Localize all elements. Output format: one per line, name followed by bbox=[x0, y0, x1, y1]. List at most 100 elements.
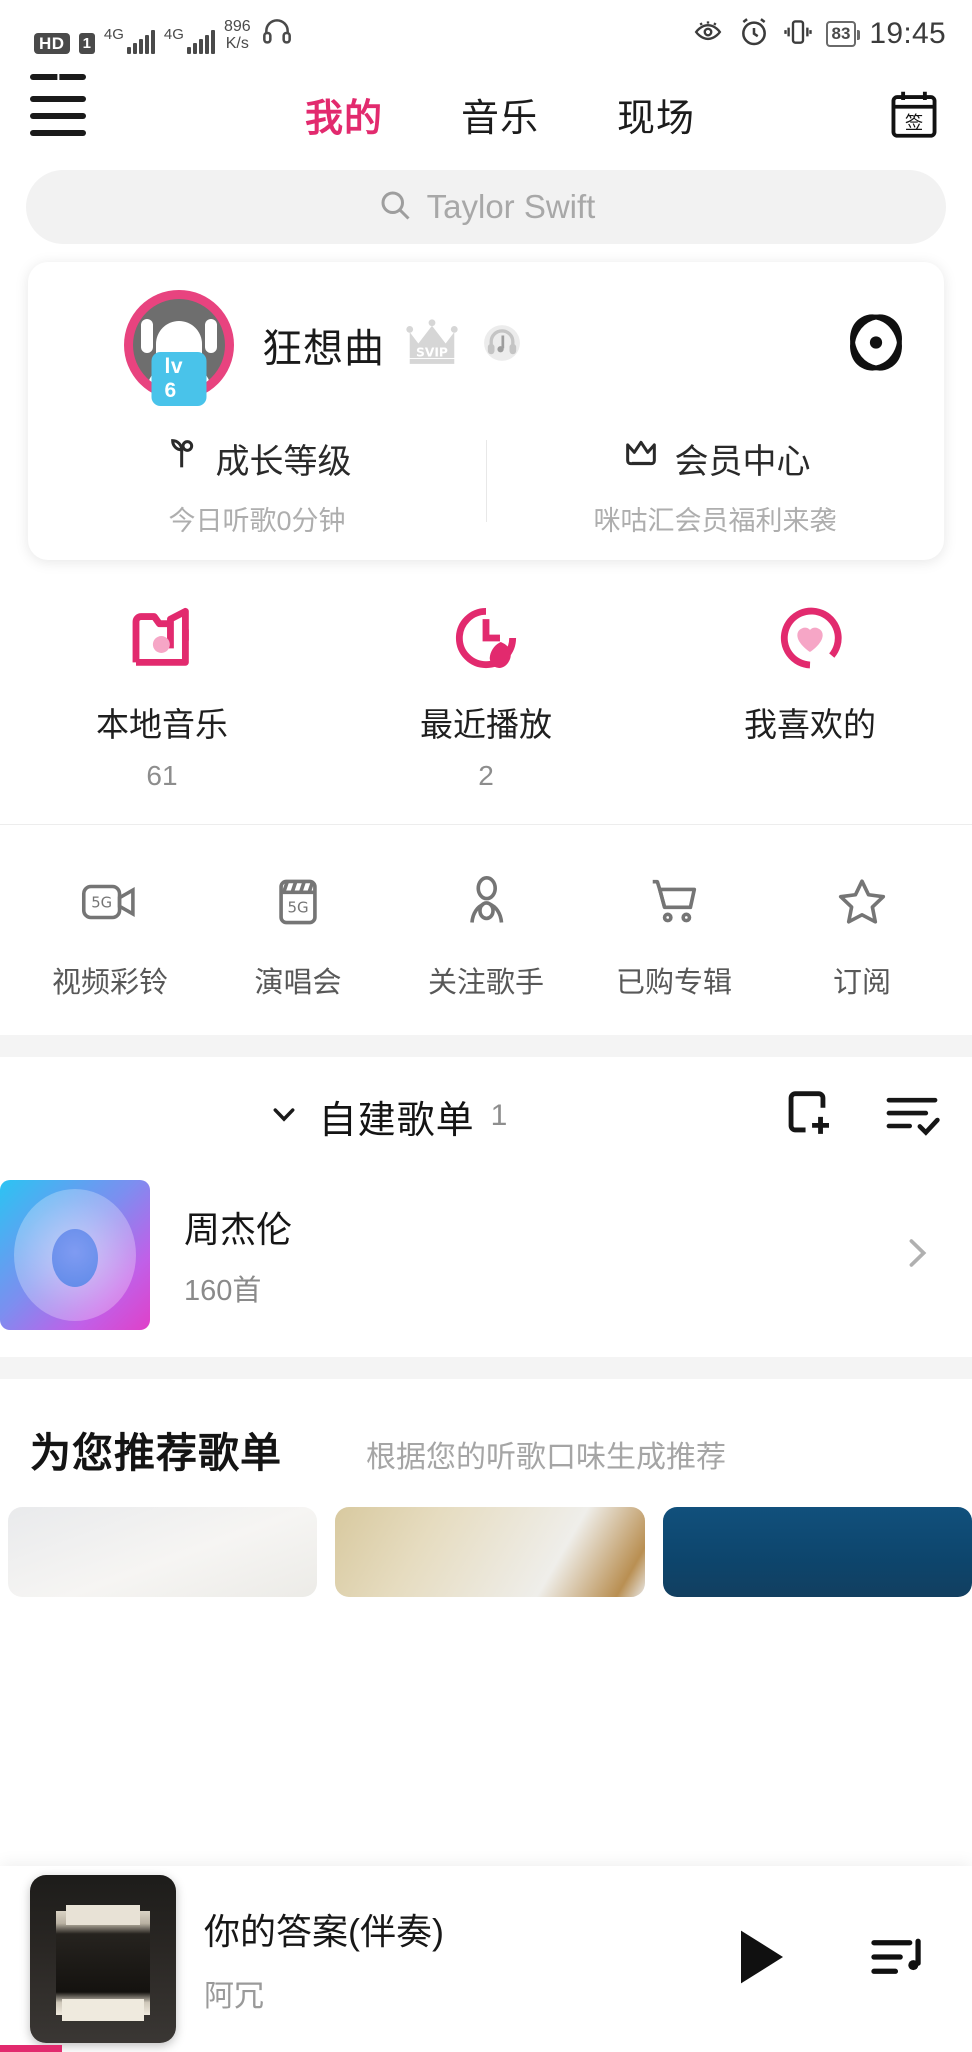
feature-concert-label: 演唱会 bbox=[254, 967, 342, 999]
player-controls bbox=[726, 1924, 930, 1995]
section-gap-band-1 bbox=[0, 1035, 972, 1057]
feature-followed-artist[interactable]: 关注歌手 bbox=[392, 865, 580, 1001]
headset-icon bbox=[260, 15, 294, 52]
signal-1: 4G bbox=[104, 27, 155, 54]
player-track-info[interactable]: 你的答案(伴奏) 阿冗 bbox=[204, 1903, 726, 2015]
concert-5g-ticket-icon: 5G bbox=[204, 865, 392, 939]
member-center-label: 会员中心 bbox=[674, 443, 811, 481]
battery-indicator: 83 bbox=[825, 21, 861, 47]
quick-favorites-label: 我喜欢的 bbox=[744, 706, 876, 743]
playlist-section-header: 自建歌单 1 bbox=[0, 1057, 972, 1175]
recent-play-icon bbox=[324, 596, 648, 680]
play-icon[interactable] bbox=[726, 1924, 798, 1995]
play-queue-icon[interactable] bbox=[868, 1931, 930, 1988]
recommend-card-blue[interactable] bbox=[662, 1507, 972, 1597]
recommend-card-strip bbox=[0, 1479, 972, 1597]
quick-local-music-count: 61 bbox=[146, 760, 178, 791]
clock: 19:45 bbox=[869, 17, 946, 50]
album-cover-dark[interactable] bbox=[30, 1875, 176, 2043]
feature-video-ringtone[interactable]: 5G 视频彩铃 bbox=[16, 865, 204, 1001]
recommend-title: 为您推荐歌单 bbox=[30, 1430, 282, 1476]
profile-header: lv 6 狂想曲 SVIP bbox=[28, 290, 944, 406]
svg-text:签: 签 bbox=[905, 113, 923, 134]
quick-recent-play-label: 最近播放 bbox=[420, 706, 552, 743]
quick-local-music[interactable]: 本地音乐 61 bbox=[0, 596, 324, 794]
app-screen: HD 1 4G 4G 896 K/s 83 19:45 1 我的 音乐 现场 签… bbox=[0, 0, 972, 2052]
local-music-icon bbox=[0, 596, 324, 680]
headphone-badge-icon[interactable] bbox=[475, 318, 529, 373]
playlist-section-title-group[interactable]: 自建歌单 1 bbox=[30, 1089, 742, 1144]
top-navigation-bar: 1 我的 音乐 现场 签 bbox=[0, 64, 972, 160]
feature-subscription-label: 订阅 bbox=[832, 967, 891, 999]
aperture-icon[interactable] bbox=[844, 311, 908, 380]
quick-recent-play[interactable]: 最近播放 2 bbox=[324, 596, 648, 794]
speed-value: 896 bbox=[223, 17, 251, 35]
vibrate-icon bbox=[783, 16, 813, 53]
eye-care-icon bbox=[691, 17, 725, 52]
playlist-song-count: 160首 bbox=[184, 1275, 262, 1307]
video-ringtone-5g-icon: 5G bbox=[16, 865, 204, 939]
search-section: Taylor Swift bbox=[0, 160, 972, 244]
followed-artist-icon bbox=[392, 865, 580, 939]
feature-grid: 5G 视频彩铃 5G 演唱会 关注歌手 已购专辑 订阅 bbox=[0, 825, 972, 1035]
recommend-card-light[interactable] bbox=[8, 1507, 318, 1597]
playlist-cover bbox=[0, 1180, 150, 1330]
playlist-section-title: 自建歌单 bbox=[318, 1099, 475, 1142]
quick-favorites[interactable]: 我喜欢的 bbox=[648, 596, 972, 794]
member-center-subtitle: 咪咕汇会员福利来袭 bbox=[593, 506, 837, 536]
purchased-album-cart-icon bbox=[580, 865, 768, 939]
network-speed: 896 K/s bbox=[223, 17, 251, 53]
feature-video-ringtone-label: 视频彩铃 bbox=[51, 967, 168, 999]
feature-followed-artist-label: 关注歌手 bbox=[427, 967, 544, 999]
quick-access-row: 本地音乐 61 最近播放 2 我喜欢的 bbox=[0, 560, 972, 824]
mini-player-bar: 你的答案(伴奏) 阿冗 bbox=[0, 1866, 972, 2052]
member-center-title-row: 会员中心 bbox=[486, 434, 944, 483]
search-placeholder: Taylor Swift bbox=[426, 188, 596, 225]
recommend-section-header: 为您推荐歌单 根据您的听歌口味生成推荐 bbox=[0, 1379, 972, 1479]
player-progress-fill bbox=[0, 2045, 62, 2052]
status-bar-right: 83 19:45 bbox=[691, 16, 947, 53]
feature-subscription[interactable]: 订阅 bbox=[768, 865, 956, 1001]
svip-crown-icon[interactable]: SVIP bbox=[403, 318, 461, 373]
svg-text:5G: 5G bbox=[287, 899, 308, 917]
status-bar-left: HD 1 4G 4G 896 K/s bbox=[34, 15, 294, 54]
growth-level-title-row: 成长等级 bbox=[28, 434, 486, 483]
alarm-icon bbox=[738, 16, 770, 53]
tab-mine[interactable]: 我的 bbox=[305, 87, 383, 142]
member-center-entry[interactable]: 会员中心 咪咕汇会员福利来袭 bbox=[486, 434, 944, 538]
recommend-card-brick[interactable] bbox=[335, 1507, 645, 1597]
growth-level-subtitle: 今日听歌0分钟 bbox=[168, 506, 346, 536]
avatar[interactable]: lv 6 bbox=[124, 290, 234, 406]
chevron-down-icon[interactable] bbox=[265, 1095, 303, 1138]
playlist-section-count: 1 bbox=[490, 1099, 508, 1132]
manage-list-icon[interactable] bbox=[882, 1087, 942, 1146]
sim-indicator: 1 bbox=[78, 32, 95, 54]
quick-recent-play-count: 2 bbox=[478, 760, 494, 791]
playlist-header-actions bbox=[778, 1085, 942, 1148]
add-playlist-icon[interactable] bbox=[778, 1085, 836, 1148]
sprout-icon bbox=[163, 434, 203, 483]
chevron-right-icon[interactable] bbox=[894, 1231, 938, 1280]
tab-music[interactable]: 音乐 bbox=[461, 87, 539, 142]
network-type-1: 4G bbox=[103, 25, 124, 43]
nav-tabs: 我的 音乐 现场 bbox=[118, 87, 882, 142]
signal-bars-1 bbox=[126, 28, 155, 54]
profile-card: lv 6 狂想曲 SVIP 成长等级 今日听歌0分钟 会员中心 咪咕汇会员福利来… bbox=[28, 262, 944, 560]
username: 狂想曲 bbox=[262, 327, 385, 371]
feature-concert[interactable]: 5G 演唱会 bbox=[204, 865, 392, 1001]
growth-level-entry[interactable]: 成长等级 今日听歌0分钟 bbox=[28, 434, 486, 538]
profile-card-wrapper: lv 6 狂想曲 SVIP 成长等级 今日听歌0分钟 会员中心 咪咕汇会员福利来… bbox=[0, 244, 972, 560]
tab-live[interactable]: 现场 bbox=[617, 87, 695, 142]
subscription-star-icon bbox=[768, 865, 956, 939]
hd-indicator: HD bbox=[34, 32, 70, 54]
menu-notification-badge: 1 bbox=[30, 64, 86, 89]
section-gap-band-2 bbox=[0, 1357, 972, 1379]
profile-stats: 成长等级 今日听歌0分钟 会员中心 咪咕汇会员福利来袭 bbox=[28, 434, 944, 538]
growth-level-label: 成长等级 bbox=[215, 443, 352, 481]
calendar-signin-icon[interactable]: 签 bbox=[882, 82, 946, 146]
player-progress-bar[interactable] bbox=[0, 2045, 972, 2052]
hamburger-menu-icon[interactable]: 1 bbox=[26, 64, 92, 140]
playlist-item[interactable]: 周杰伦 160首 bbox=[0, 1175, 972, 1335]
search-input[interactable]: Taylor Swift bbox=[26, 170, 946, 244]
feature-purchased-album[interactable]: 已购专辑 bbox=[580, 865, 768, 1001]
